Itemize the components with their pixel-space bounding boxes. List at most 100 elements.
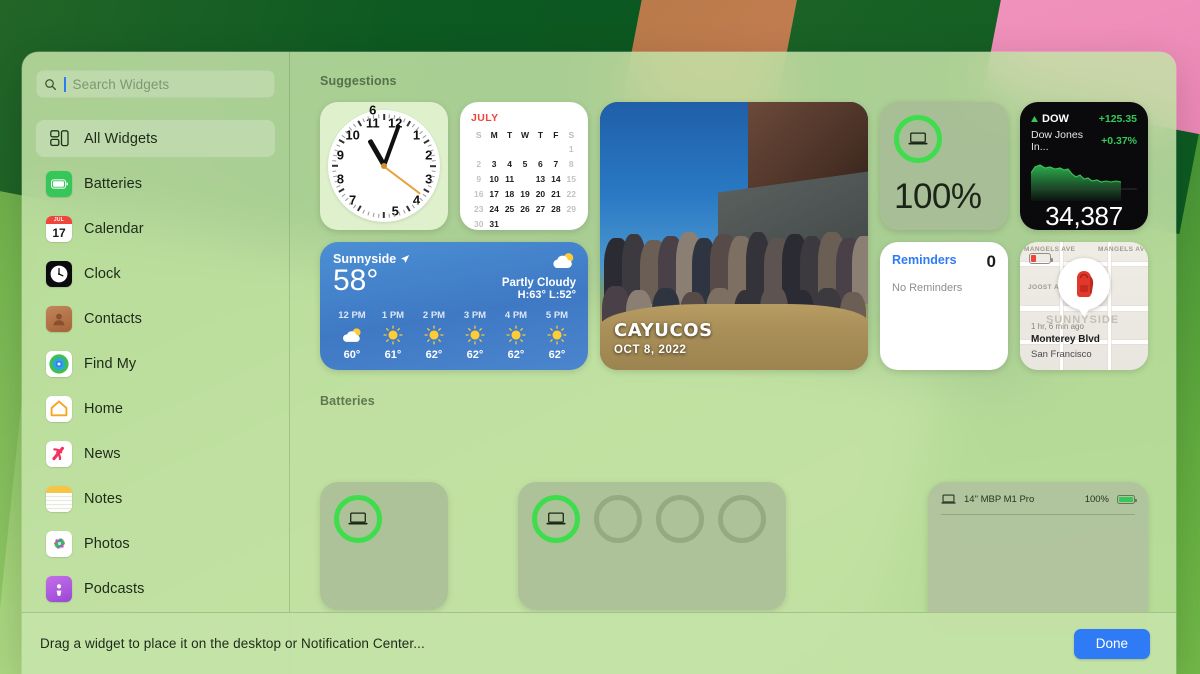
calendar-day-cell: 11: [505, 174, 515, 184]
podcasts-app-icon: [46, 575, 72, 602]
backpack-icon: [1077, 271, 1094, 297]
section-title-suggestions: Suggestions: [320, 74, 397, 88]
widget-battery-small[interactable]: [320, 482, 448, 610]
clock-tick: [388, 213, 390, 218]
sidebar-item-clock[interactable]: Clock: [36, 255, 275, 292]
calendar-day-cell: [533, 218, 548, 230]
stocks-sparkline: [1030, 159, 1137, 201]
clock-tick: [423, 188, 430, 193]
calendar-day-cell: 25: [504, 204, 515, 214]
clock-tick: [332, 170, 337, 172]
sidebar-item-news[interactable]: News: [36, 435, 275, 472]
calendar-day-cell: 20: [535, 189, 546, 199]
weather-hour-time: 1 PM: [381, 310, 405, 321]
sidebar-item-photos[interactable]: Photos: [36, 525, 275, 562]
map-pin[interactable]: [1058, 258, 1110, 317]
calendar-day-cell: 17: [489, 189, 499, 199]
map-time-ago: 1 hr, 6 min ago: [1031, 322, 1084, 331]
sidebar-item-notes[interactable]: Notes: [36, 480, 275, 517]
widget-clock[interactable]: 1 2 3 4 5 6 7 8 9 10 11: [320, 102, 448, 230]
battery-percent: 100%: [894, 177, 982, 216]
clock-tick: [422, 193, 427, 197]
widget-find-my-map[interactable]: MANGELS AVE MANGELS AVE JOOST AVE SUNNYS…: [1020, 242, 1148, 370]
clock-tick: [430, 154, 435, 157]
stocks-value: 34,387: [1045, 201, 1123, 230]
map-road-vertical: [1108, 242, 1111, 370]
widget-calendar[interactable]: JULY S M T W T F S 1 2 3 4 5 6 7 8 9 10 11 12 13 14 15 16 17 18 1…: [460, 102, 588, 230]
sidebar-item-label: All Widgets: [84, 130, 158, 147]
sidebar-item-find-my[interactable]: Find My: [36, 345, 275, 382]
calendar-day-cell: 7: [553, 159, 559, 169]
photo-caption: CAYUCOS OCT 8, 2022: [614, 320, 713, 356]
home-app-icon: [46, 395, 72, 422]
calendar-day-cell: [471, 143, 486, 155]
sidebar-item-label: Clock: [84, 265, 121, 282]
clock-tick: [362, 209, 365, 214]
photos-app-icon: [46, 530, 72, 557]
laptop-icon: [348, 512, 368, 525]
widget-weather[interactable]: Sunnyside 58° Partly Cloudy H:63° L:52° …: [320, 242, 588, 370]
weather-hour-time: 12 PM: [338, 310, 366, 321]
sidebar-item-all-widgets[interactable]: All Widgets: [36, 120, 275, 157]
battery-ring-placeholder: [718, 495, 766, 543]
widget-photos[interactable]: CAYUCOS OCT 8, 2022: [600, 102, 868, 370]
laptop-icon: [546, 512, 566, 525]
widget-reminders[interactable]: Reminders 0 No Reminders: [880, 242, 1008, 370]
clock-tick: [334, 149, 339, 152]
partly-cloudy-icon: [553, 253, 574, 268]
widget-stocks[interactable]: DOW +125.35 Dow Jones In... +0.37% 34,38…: [1020, 102, 1148, 230]
clock-tick: [430, 165, 436, 167]
laptop-icon: [941, 494, 956, 504]
calendar-icon-day: 17: [52, 225, 66, 240]
partly-cloudy-icon: [333, 324, 371, 346]
sidebar-item-contacts[interactable]: Contacts: [36, 300, 275, 337]
widget-battery[interactable]: 100%: [880, 102, 1008, 230]
widget-battery-medium[interactable]: [518, 482, 786, 610]
batteries-app-icon: [46, 170, 72, 197]
sidebar-item-batteries[interactable]: Batteries: [36, 165, 275, 202]
calendar-month-label: JULY: [471, 112, 499, 124]
sidebar-item-home[interactable]: Home: [36, 390, 275, 427]
clock-tick: [338, 139, 345, 144]
weather-hour-time: 3 PM: [463, 310, 487, 321]
clock-second-hand: [383, 165, 422, 195]
weather-hour-temp: 62°: [548, 349, 566, 361]
sun-icon: [538, 324, 576, 346]
calendar-weekday-header: T: [506, 130, 513, 140]
widget-battery-list[interactable]: 14" MBP M1 Pro 100%: [928, 482, 1148, 632]
sidebar-item-label: Podcasts: [84, 580, 145, 597]
battery-list-row: 14" MBP M1 Pro 100%: [941, 494, 1137, 515]
notes-app-icon: [46, 485, 72, 512]
search-placeholder: Search Widgets: [72, 76, 170, 92]
weather-hour-column: 4 PM 62°: [497, 310, 535, 361]
triangle-up-icon: [1031, 116, 1038, 122]
weather-hour-time: 5 PM: [545, 310, 569, 321]
sidebar-item-label: Notes: [84, 490, 123, 507]
clock-tick: [419, 130, 423, 135]
sidebar-item-label: Calendar: [84, 220, 144, 237]
weather-hour-column: 2 PM 62°: [415, 310, 453, 361]
weather-hour-temp: 62°: [466, 349, 484, 361]
search-input[interactable]: Search Widgets: [36, 70, 275, 98]
reminders-empty-text: No Reminders: [892, 282, 963, 294]
clock-tick: [406, 120, 411, 127]
done-button[interactable]: Done: [1073, 628, 1150, 659]
calendar-day-cell: 18: [504, 189, 515, 199]
clock-tick: [367, 211, 370, 216]
photo-title: CAYUCOS: [614, 320, 713, 341]
map-battery-indicator: [1029, 253, 1053, 264]
sidebar-item-calendar[interactable]: JUL 17 Calendar: [36, 210, 275, 247]
calendar-weekday-header: F: [553, 130, 559, 140]
battery-ring: [532, 495, 580, 543]
stocks-change-percent: +0.37%: [1101, 135, 1137, 147]
weather-condition: Partly Cloudy: [501, 277, 576, 289]
calendar-day-cell: 23: [473, 204, 484, 214]
map-street-label: MANGELS AVE: [1024, 246, 1076, 253]
stocks-change: +125.35: [1098, 113, 1137, 125]
stocks-symbol-row: DOW: [1031, 113, 1069, 125]
clock-tick: [427, 185, 432, 188]
weather-hour-temp: 60°: [343, 349, 361, 361]
calendar-day-cell: 2: [476, 159, 482, 169]
clock-center-pin: [381, 163, 387, 169]
sidebar-item-podcasts[interactable]: Podcasts: [36, 570, 275, 607]
